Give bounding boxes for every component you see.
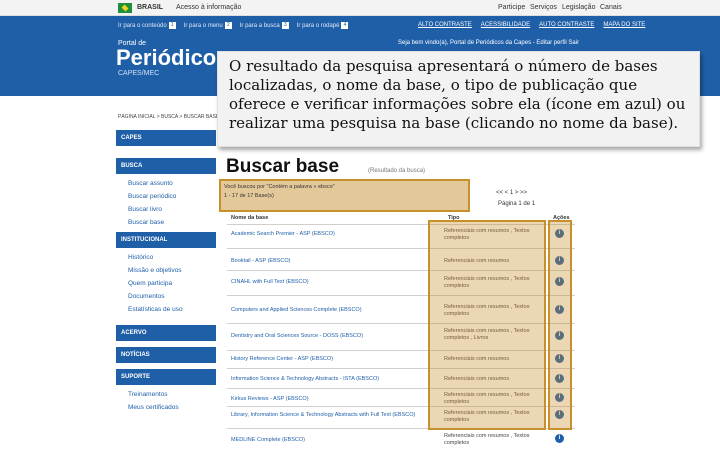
header-link-3[interactable]: AUTO CONTRASTE bbox=[539, 22, 594, 28]
gov-link-participe[interactable]: Participe bbox=[498, 4, 525, 11]
sidebar-head-busca[interactable]: BUSCA bbox=[116, 158, 216, 174]
skip-to-footer-link[interactable]: Ir para o rodapé 4 bbox=[297, 22, 349, 29]
annotation-callout: O resultado da pesquisa apresentará o nú… bbox=[217, 51, 700, 147]
gov-link-canais[interactable]: Canais bbox=[600, 4, 622, 11]
tipo-column-highlight bbox=[428, 220, 546, 430]
sidebar-item-documentos[interactable]: Documentos bbox=[116, 293, 216, 306]
sidebar-item-estatisticas[interactable]: Estatísticas de uso bbox=[116, 306, 216, 319]
breadcrumb[interactable]: PÁGINA INICIAL > BUSCA > BUSCAR BASE bbox=[118, 114, 219, 120]
acesso-informacao-link[interactable]: Acesso à informação bbox=[176, 4, 241, 11]
sidebar-head-acervo[interactable]: ACERVO bbox=[116, 325, 216, 341]
header-right-links: ALTO CONTRASTE ACESSIBILIDADE AUTO CONTR… bbox=[418, 22, 645, 28]
page-title: Buscar base bbox=[226, 156, 340, 177]
sidebar-item-treinamentos[interactable]: Treinamentos bbox=[116, 391, 216, 404]
sidebar-item-buscar-base[interactable]: Buscar base bbox=[116, 219, 216, 232]
skip-to-content-link[interactable]: Ir para o conteúdo 1 bbox=[118, 22, 176, 29]
sidebar-head-suporte[interactable]: SUPORTE bbox=[116, 369, 216, 385]
result-summary-highlight: Você buscou por "Contém a palavra » ebsc… bbox=[219, 179, 470, 212]
sidebar-item-quem-participa[interactable]: Quem participa bbox=[116, 280, 216, 293]
site-logo-title[interactable]: Periódicos bbox=[116, 45, 228, 71]
sidebar-item-buscar-assunto[interactable]: Buscar assunto bbox=[116, 180, 216, 193]
base-name-link[interactable]: Academic Search Premier - ASP (EBSCO) bbox=[231, 231, 335, 237]
base-name-link[interactable]: Computers and Applied Sciences Complete … bbox=[231, 307, 362, 313]
base-name-link[interactable]: Information Science & Technology Abstrac… bbox=[231, 376, 379, 382]
column-header-nome: Nome da base bbox=[231, 215, 269, 221]
welcome-text[interactable]: Seja bem vindo(a), Portal de Periódicos … bbox=[398, 40, 579, 46]
skip-to-menu-link[interactable]: Ir para o menu 2 bbox=[184, 22, 232, 29]
sidebar-head-institucional[interactable]: INSTITUCIONAL bbox=[116, 232, 216, 248]
search-query-text: Você buscou por "Contém a palavra » ebsc… bbox=[224, 184, 335, 190]
sidebar: CAPES BUSCA Buscar assunto Buscar periód… bbox=[116, 130, 216, 417]
base-name-link[interactable]: Library, Information Science & Technolog… bbox=[231, 412, 415, 418]
sidebar-item-buscar-periodico[interactable]: Buscar periódico bbox=[116, 193, 216, 206]
site-subtitle: CAPES/MEC bbox=[118, 70, 160, 77]
pagination-label: Página 1 de 1 bbox=[498, 201, 536, 207]
sidebar-head-noticias[interactable]: NOTÍCIAS bbox=[116, 347, 216, 363]
base-name-link[interactable]: History Reference Center - ASP (EBSCO) bbox=[231, 356, 333, 362]
info-icon[interactable]: i bbox=[555, 434, 564, 443]
base-tipo: Referenciais com resumos , Textos comple… bbox=[444, 433, 530, 446]
header-link-2[interactable]: ACESSIBILIDADE bbox=[481, 22, 530, 28]
sidebar-item-historico[interactable]: Histórico bbox=[116, 254, 216, 267]
gov-bar: BRASIL Acesso à informação Participe Ser… bbox=[0, 0, 720, 16]
gov-link-legislacao[interactable]: Legislação bbox=[562, 4, 595, 11]
page-subtitle: (Resultado da busca) bbox=[368, 168, 426, 174]
gov-link-servicos[interactable]: Serviços bbox=[530, 4, 557, 11]
base-name-link[interactable]: Kirkus Reviews - ASP (EBSCO) bbox=[231, 396, 309, 402]
base-name-link[interactable]: Dentistry and Oral Sciences Source - DOS… bbox=[231, 333, 363, 339]
base-name-link[interactable]: Booktail - ASP (EBSCO) bbox=[231, 258, 291, 264]
brazil-flag-icon[interactable] bbox=[118, 3, 132, 13]
result-count-text: 1 - 17 de 17 Base(s) bbox=[224, 193, 274, 199]
header-link-1[interactable]: ALTO CONTRASTE bbox=[418, 22, 472, 28]
pagination-nav[interactable]: << < 1 > >> bbox=[496, 190, 596, 196]
page: BRASIL Acesso à informação Participe Ser… bbox=[0, 0, 720, 450]
sidebar-item-certificados[interactable]: Meus certificados bbox=[116, 404, 216, 417]
access-links: Ir para o conteúdo 1 Ir para o menu 2 Ir p… bbox=[118, 22, 349, 29]
acoes-column-highlight bbox=[548, 220, 572, 430]
header-link-4[interactable]: MAPA DO SITE bbox=[603, 22, 645, 28]
skip-to-search-link[interactable]: Ir para a busca 3 bbox=[240, 22, 289, 29]
base-name-link[interactable]: MEDLINE Complete (EBSCO) bbox=[231, 437, 305, 443]
sidebar-head-capes[interactable]: CAPES bbox=[116, 130, 216, 146]
sidebar-item-buscar-livro[interactable]: Buscar livro bbox=[116, 206, 216, 219]
sidebar-item-missao[interactable]: Missão e objetivos bbox=[116, 267, 216, 280]
brasil-link[interactable]: BRASIL bbox=[137, 4, 163, 11]
base-name-link[interactable]: CINAHL with Full Text (EBSCO) bbox=[231, 279, 309, 285]
